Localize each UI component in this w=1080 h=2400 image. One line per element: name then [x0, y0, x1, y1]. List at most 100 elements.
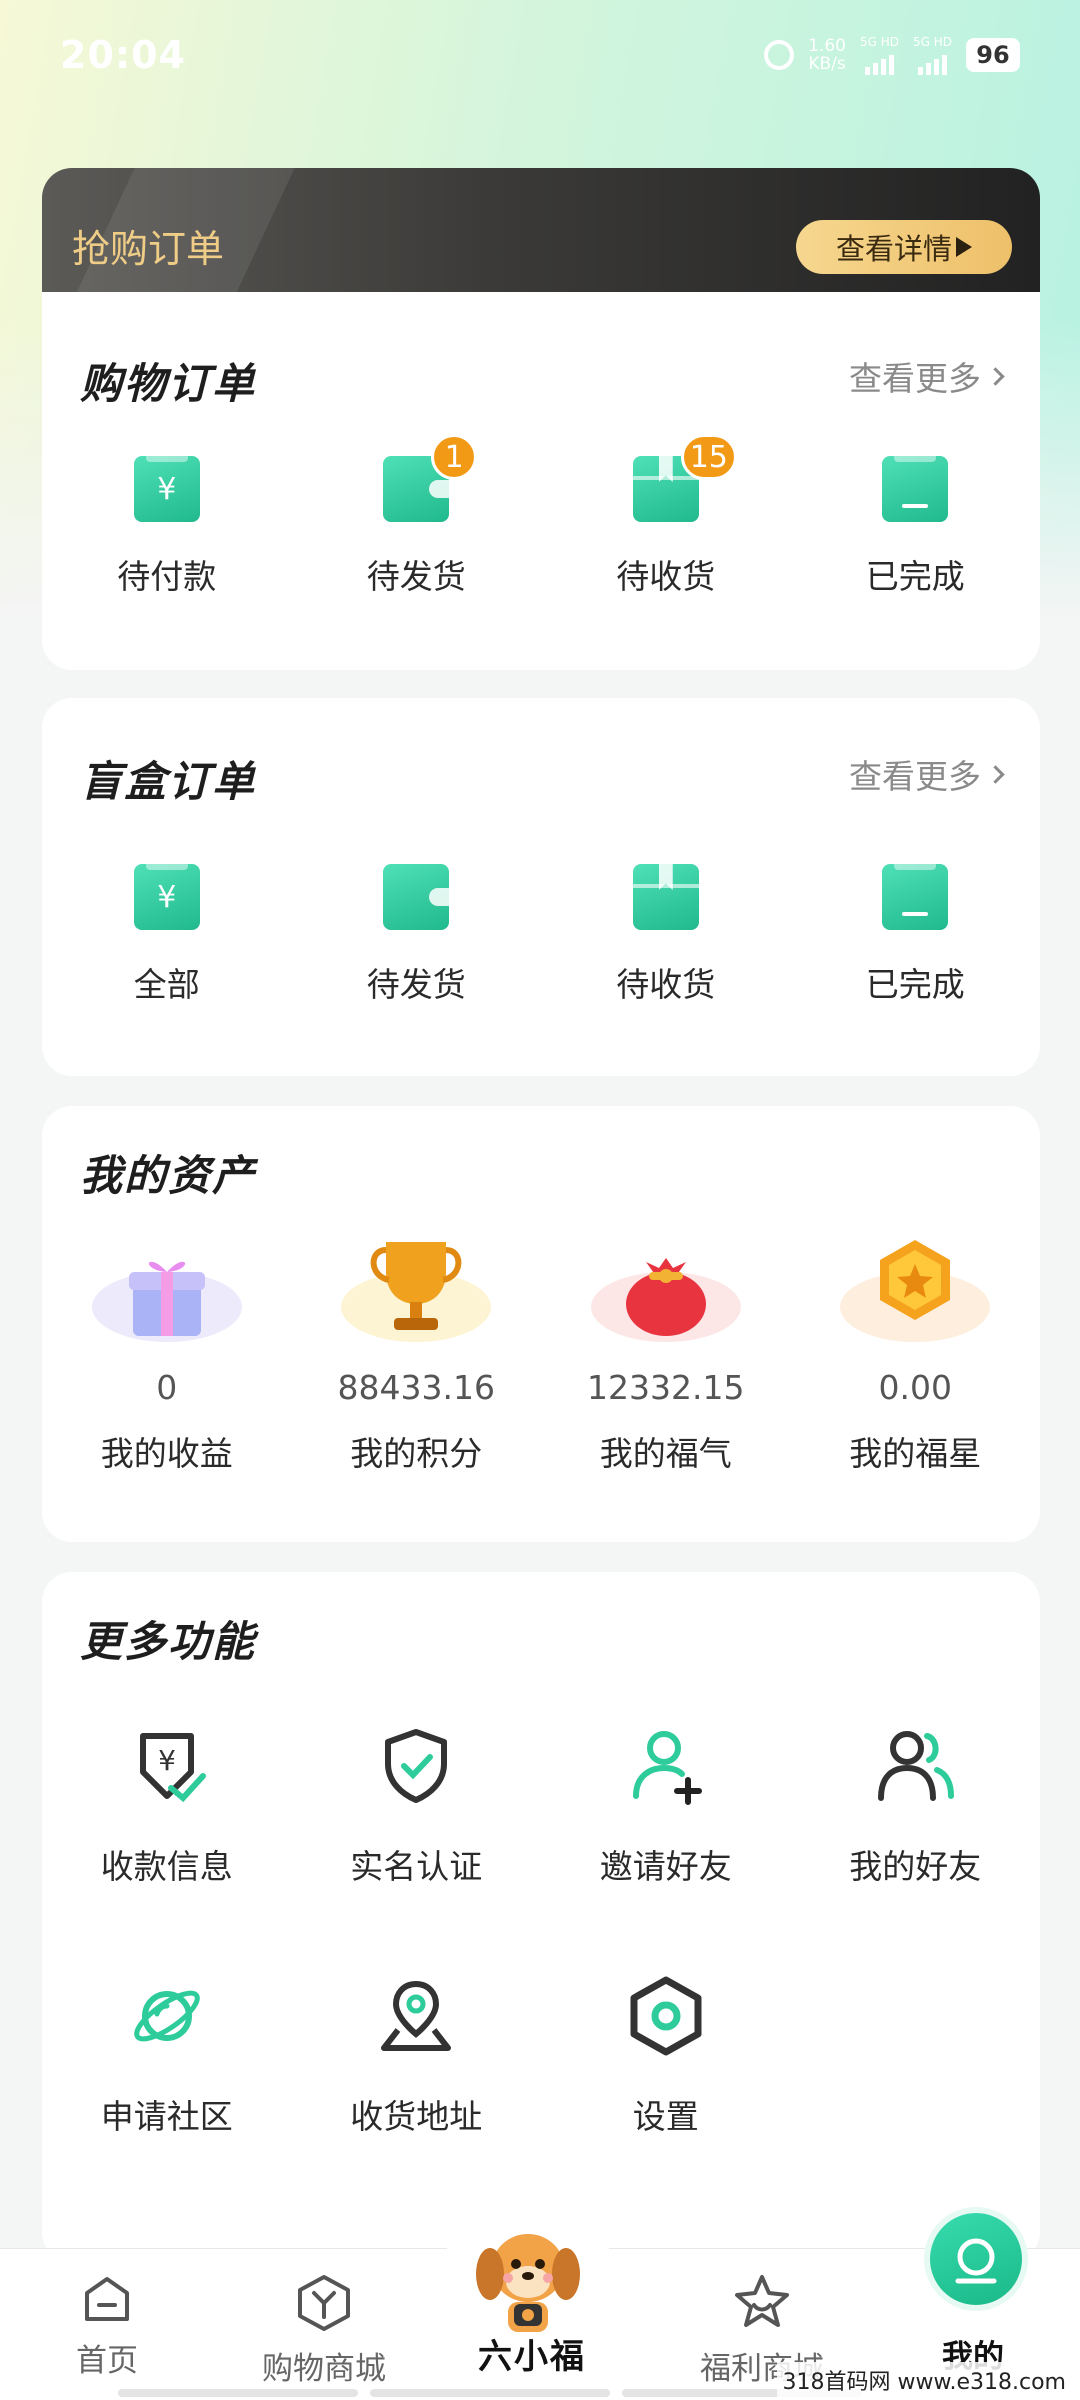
blind-box-all[interactable]: ¥ 全部 — [42, 864, 292, 1006]
alarm-icon — [764, 40, 795, 70]
function-apply-community[interactable]: 申请社区 — [42, 1976, 292, 2226]
nav-label: 购物商城 — [262, 2351, 386, 2387]
net-speed-value: 1.60 — [808, 36, 846, 56]
nav-mascot-label: 六小福 — [478, 2337, 586, 2377]
nav-profile-button[interactable] — [924, 2207, 1028, 2311]
shop-icon — [298, 2275, 350, 2331]
svg-text:¥: ¥ — [158, 1744, 176, 1777]
assets-grid: 0 我的收益 88433.16 我的积分 12332.15 我的福气 0.00 … — [42, 1212, 1040, 1475]
more-functions-title: 更多功能 — [80, 1608, 277, 1669]
gift-box-icon — [91, 1212, 242, 1342]
play-arrow-icon — [956, 237, 972, 257]
status-time: 20:04 — [60, 33, 186, 77]
status-bar: 20:04 1.60 KB/s 5G HD 5G HD 96 — [0, 0, 1080, 110]
bag-complete-icon — [882, 456, 949, 522]
yen-bag-icon: ¥ — [133, 864, 200, 930]
gesture-bar — [118, 2389, 358, 2397]
star-coin-icon — [840, 1212, 991, 1342]
my-assets-title: 我的资产 — [80, 1142, 277, 1203]
asset-value: 0 — [156, 1368, 178, 1407]
function-settings[interactable]: 设置 — [541, 1976, 791, 2226]
signal-sim2: 5G HD — [913, 35, 952, 75]
planet-icon — [133, 1990, 200, 2042]
flash-sale-title: 抢购订单 — [72, 227, 225, 271]
function-label: 我的好友 — [849, 1847, 982, 1886]
function-label: 收款信息 — [100, 1847, 233, 1886]
function-payment-info[interactable]: ¥ 收款信息 — [42, 1726, 292, 1976]
nav-label: 首页 — [76, 2343, 138, 2379]
net-speed: 1.60 KB/s — [808, 37, 846, 73]
shopping-orders-grid: ¥ 待付款 1 待发货 15 待收货 已完成 — [42, 434, 1041, 598]
function-my-friends[interactable]: 我的好友 — [791, 1726, 1041, 1976]
yen-bag-icon: ¥ — [133, 456, 200, 522]
asset-earnings[interactable]: 0 我的收益 — [42, 1212, 292, 1475]
view-details-button[interactable]: 查看详情 — [796, 220, 1012, 274]
site-watermark: 318首码网 www.e318.com — [776, 2362, 1072, 2398]
profile-icon — [955, 2238, 997, 2284]
shopping-orders-title: 购物订单 — [80, 350, 277, 411]
order-status-label: 待收货 — [616, 965, 716, 1004]
home-icon — [85, 2277, 129, 2321]
invite-friend-icon — [632, 1731, 702, 1805]
asset-lucky-star[interactable]: 0.00 我的福星 — [791, 1212, 1041, 1475]
order-status-label: 待收货 — [616, 557, 716, 596]
function-label: 设置 — [632, 2097, 699, 2136]
asset-points[interactable]: 88433.16 我的积分 — [292, 1212, 542, 1475]
asset-value: 12332.15 — [587, 1368, 745, 1407]
friends-icon — [878, 1731, 955, 1801]
net-speed-unit: KB/s — [808, 54, 846, 74]
flash-sale-banner[interactable]: 抢购订单 查看详情 — [42, 168, 1040, 292]
function-label: 收货地址 — [350, 2097, 483, 2136]
sim2-label: 5G HD — [912, 35, 952, 49]
settings-hexagon-icon — [630, 1976, 702, 2056]
battery-indicator: 96 — [966, 38, 1020, 72]
function-shipping-address[interactable]: 收货地址 — [292, 1976, 542, 2226]
signal-sim1: 5G HD — [860, 35, 899, 75]
order-status-label: 已完成 — [865, 965, 965, 1004]
location-pin-icon — [381, 1980, 452, 2051]
order-status-label: 待发货 — [366, 557, 466, 596]
function-label: 实名认证 — [350, 1847, 483, 1886]
blind-box-orders-card: 盲盒订单 查看更多 ¥ 全部 待发货 待收货 已完成 — [42, 698, 1040, 1076]
my-assets-card: 我的资产 0 我的收益 88433.16 我的积分 12332.15 我的福气 … — [42, 1106, 1040, 1542]
trophy-icon — [341, 1212, 492, 1342]
lucky-bag-icon — [590, 1212, 741, 1342]
bag-complete-icon — [882, 864, 949, 930]
count-badge: 15 — [680, 434, 737, 480]
blind-box-pending-receipt[interactable]: 待收货 — [541, 864, 791, 1006]
blind-box-orders-grid: ¥ 全部 待发货 待收货 已完成 — [42, 864, 1040, 1006]
view-details-label: 查看详情 — [835, 232, 952, 266]
signal-bars-icon — [917, 49, 947, 75]
more-functions-card: 更多功能 ¥ 收款信息 实名认证 邀请好友 我的好友 申请社区 收货地址 设置 — [42, 1572, 1040, 2262]
package-icon — [632, 864, 699, 930]
asset-label: 我的收益 — [100, 1434, 233, 1473]
asset-value: 0.00 — [878, 1368, 952, 1407]
blind-box-pending-shipment[interactable]: 待发货 — [292, 864, 542, 1006]
verified-shield-icon — [385, 1729, 448, 1803]
function-label: 申请社区 — [100, 2097, 233, 2136]
shopping-orders-more-link[interactable]: 查看更多 — [849, 352, 1005, 400]
function-label: 邀请好友 — [599, 1847, 732, 1886]
signal-bars-icon — [864, 49, 894, 75]
sim1-label: 5G HD — [859, 35, 899, 49]
order-pending-shipment[interactable]: 1 待发货 — [292, 434, 542, 598]
order-completed[interactable]: 已完成 — [791, 456, 1041, 598]
nav-home[interactable]: 首页 — [76, 2273, 138, 2380]
blind-box-orders-title: 盲盒订单 — [80, 748, 277, 809]
order-pending-receipt[interactable]: 15 待收货 — [541, 434, 791, 598]
order-pending-payment[interactable]: ¥ 待付款 — [42, 456, 292, 598]
asset-label: 我的福星 — [849, 1434, 982, 1473]
order-status-label: 已完成 — [865, 557, 965, 596]
asset-label: 我的福气 — [599, 1434, 732, 1473]
more-label: 查看更多 — [849, 757, 981, 796]
payment-info-icon: ¥ — [139, 1733, 206, 1803]
function-invite-friend[interactable]: 邀请好友 — [541, 1726, 791, 1976]
asset-fortune[interactable]: 12332.15 我的福气 — [541, 1212, 791, 1475]
status-icons: 1.60 KB/s 5G HD 5G HD 96 — [764, 35, 1020, 75]
order-status-label: 待付款 — [117, 557, 217, 596]
wallet-icon — [383, 864, 450, 930]
blind-box-orders-more-link[interactable]: 查看更多 — [849, 750, 1005, 798]
nav-shop[interactable]: 购物商城 — [262, 2273, 386, 2388]
function-real-name[interactable]: 实名认证 — [292, 1726, 542, 1976]
blind-box-completed[interactable]: 已完成 — [791, 864, 1041, 1006]
